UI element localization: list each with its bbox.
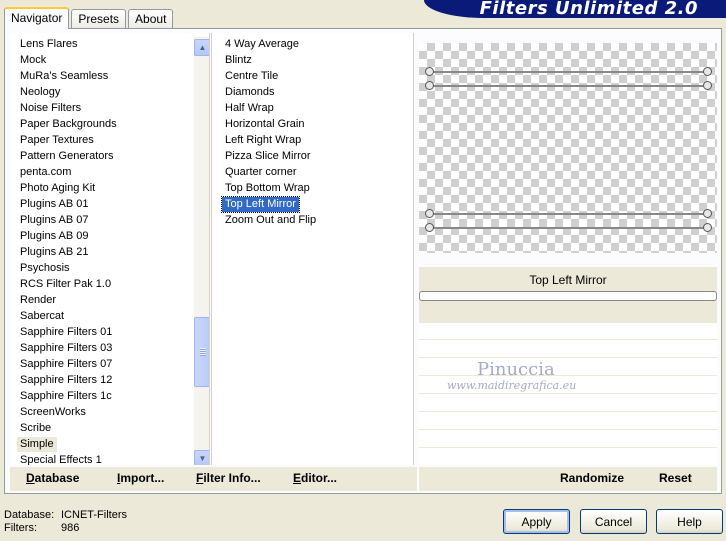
navigator-button-bar: Database Import... Filter Info... Editor… xyxy=(10,467,417,491)
category-item[interactable]: Sapphire Filters 03 xyxy=(17,341,115,356)
category-item[interactable]: Paper Textures xyxy=(17,133,97,148)
category-item[interactable]: Photo Aging Kit xyxy=(17,181,98,196)
category-scrollbar[interactable]: ▲ ▼ xyxy=(194,37,209,465)
divider xyxy=(419,447,717,448)
filter-item[interactable]: 4 Way Average xyxy=(222,37,302,52)
filters-count: 986 xyxy=(61,522,80,534)
tab-presets[interactable]: Presets xyxy=(71,9,127,28)
category-item[interactable]: Mock xyxy=(17,53,49,68)
filter-item[interactable]: Centre Tile xyxy=(222,69,281,84)
handle-icon xyxy=(425,67,434,76)
filter-item[interactable]: Left Right Wrap xyxy=(222,133,304,148)
filter-title: Top Left Mirror xyxy=(529,273,607,287)
filter-item-selected[interactable]: Top Left Mirror xyxy=(221,196,300,213)
category-item[interactable]: Render xyxy=(17,293,59,308)
watermark-name: Pinuccia xyxy=(477,359,555,380)
navigator-panel: Lens Flares Mock MuRa's Seamless Neology… xyxy=(4,28,722,494)
progress-bar xyxy=(419,291,717,301)
category-item[interactable]: Neology xyxy=(17,85,63,100)
handle-icon xyxy=(703,209,712,218)
filter-preview xyxy=(419,43,717,253)
category-item[interactable]: Sapphire Filters 1c xyxy=(17,389,115,404)
handle-icon xyxy=(425,81,434,90)
tab-navigator[interactable]: Navigator xyxy=(4,7,70,29)
filter-title-area: Top Left Mirror xyxy=(419,267,717,323)
category-item[interactable]: Lens Flares xyxy=(17,37,80,52)
filter-item[interactable]: Blintz xyxy=(222,53,255,68)
filter-item[interactable]: Diamonds xyxy=(222,85,278,100)
category-item-selected[interactable]: Simple xyxy=(17,437,57,452)
category-item[interactable]: Sapphire Filters 07 xyxy=(17,357,115,372)
grip-icon xyxy=(200,348,206,356)
category-item[interactable]: Sapphire Filters 01 xyxy=(17,325,115,340)
handle-icon xyxy=(703,67,712,76)
help-button[interactable]: Help xyxy=(656,509,723,534)
reset-button[interactable]: Reset xyxy=(659,471,692,485)
category-item[interactable]: RCS Filter Pak 1.0 xyxy=(17,277,114,292)
filters-label: Filters: xyxy=(4,522,37,534)
handle-icon xyxy=(425,209,434,218)
divider xyxy=(419,393,717,394)
tab-strip: Navigator Presets About xyxy=(4,6,175,29)
apply-button[interactable]: Apply xyxy=(503,509,570,534)
category-item[interactable]: Scribe xyxy=(17,421,54,436)
import-button[interactable]: Import... xyxy=(117,471,164,485)
divider xyxy=(419,375,717,376)
filter-item[interactable]: Half Wrap xyxy=(222,101,277,116)
preview-line xyxy=(429,71,707,73)
category-item[interactable]: Sapphire Filters 12 xyxy=(17,373,115,388)
category-item[interactable]: Plugins AB 07 xyxy=(17,213,92,228)
app-title: Filters Unlimited 2.0 xyxy=(479,0,698,18)
filter-info-button[interactable]: Filter Info... xyxy=(196,471,261,485)
watermark-site: www.maidiregrafica.eu xyxy=(447,379,577,392)
filter-item[interactable]: Zoom Out and Flip xyxy=(222,213,319,228)
category-item[interactable]: MuRa's Seamless xyxy=(17,69,111,84)
database-value: ICNET-Filters xyxy=(61,509,127,521)
category-item[interactable]: Psychosis xyxy=(17,261,73,276)
cancel-button[interactable]: Cancel xyxy=(580,509,647,534)
divider xyxy=(419,357,717,358)
filter-item[interactable]: Horizontal Grain xyxy=(222,117,307,132)
category-item[interactable]: Plugins AB 01 xyxy=(17,197,92,212)
filter-controls: Pinuccia www.maidiregrafica.eu xyxy=(419,323,717,465)
category-item[interactable]: penta.com xyxy=(17,165,74,180)
title-banner: Filters Unlimited 2.0 xyxy=(424,0,726,18)
category-item[interactable]: Sabercat xyxy=(17,309,67,324)
handle-icon xyxy=(425,223,434,232)
filter-list[interactable]: 4 Way Average Blintz Centre Tile Diamond… xyxy=(211,33,414,465)
category-list[interactable]: Lens Flares Mock MuRa's Seamless Neology… xyxy=(10,33,210,465)
category-item[interactable]: ScreenWorks xyxy=(17,405,89,420)
handle-icon xyxy=(703,223,712,232)
divider xyxy=(419,411,717,412)
filter-item[interactable]: Pizza Slice Mirror xyxy=(222,149,314,164)
tab-about[interactable]: About xyxy=(128,9,174,28)
category-item[interactable]: Noise Filters xyxy=(17,101,84,116)
divider xyxy=(419,429,717,430)
filter-item[interactable]: Quarter corner xyxy=(222,165,300,180)
scroll-up-icon[interactable]: ▲ xyxy=(194,39,209,56)
category-item[interactable]: Special Effects 1 xyxy=(17,453,105,465)
handle-icon xyxy=(703,81,712,90)
scroll-thumb[interactable] xyxy=(194,317,209,387)
database-label: Database: xyxy=(4,509,55,521)
preview-line xyxy=(429,213,707,215)
preview-line xyxy=(429,85,707,87)
database-button[interactable]: Database xyxy=(26,471,79,485)
preview-button-bar: Randomize Reset xyxy=(419,467,717,491)
scroll-down-icon[interactable]: ▼ xyxy=(194,450,209,465)
category-item[interactable]: Pattern Generators xyxy=(17,149,117,164)
randomize-button[interactable]: Randomize xyxy=(560,471,624,485)
category-item[interactable]: Plugins AB 21 xyxy=(17,245,92,260)
preview-line xyxy=(429,227,707,229)
category-item[interactable]: Plugins AB 09 xyxy=(17,229,92,244)
editor-button[interactable]: Editor... xyxy=(293,471,337,485)
divider xyxy=(419,339,717,340)
category-item[interactable]: Paper Backgrounds xyxy=(17,117,120,132)
filter-item[interactable]: Top Bottom Wrap xyxy=(222,181,313,196)
